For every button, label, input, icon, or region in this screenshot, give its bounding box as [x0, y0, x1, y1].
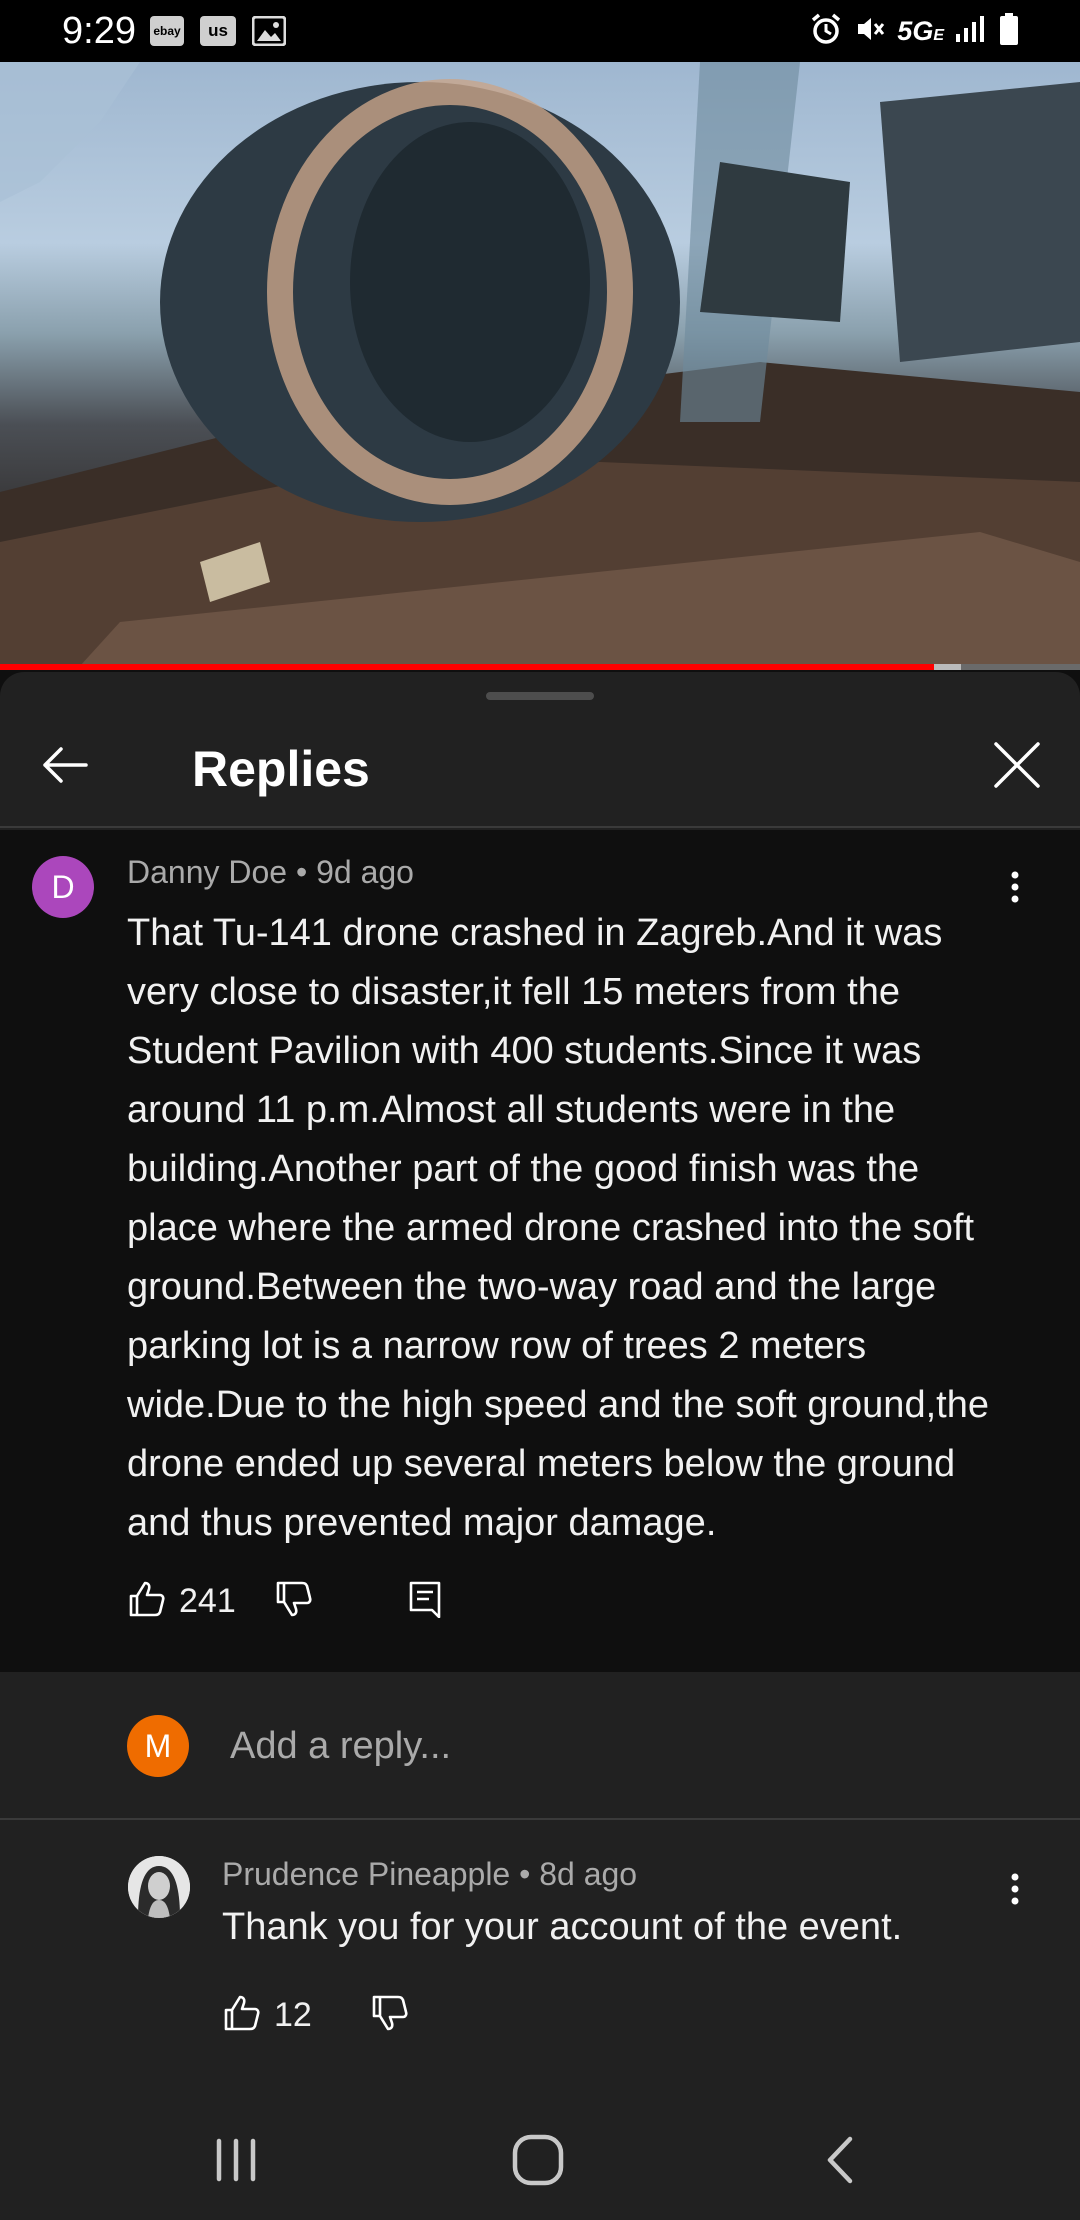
avatar[interactable]: D [32, 856, 94, 918]
reply-more-options-button[interactable] [1000, 1868, 1030, 1918]
system-nav-bar [0, 2100, 1080, 2220]
comment-meta: Danny Doe • 9d ago [127, 854, 414, 891]
like-button[interactable] [127, 1579, 167, 1624]
reply-meta: Prudence Pineapple • 8d ago [222, 1856, 637, 1893]
reply-item: Prudence Pineapple • 8d ago Thank you fo… [0, 1822, 1080, 2052]
alarm-icon [809, 12, 843, 51]
thumbs-down-icon [276, 1581, 312, 1616]
reply-time: 8d ago [539, 1856, 638, 1892]
arrow-back-icon [40, 745, 90, 790]
network-sub-label: E [933, 27, 944, 44]
reply-text: Thank you for your account of the event. [222, 1906, 903, 1948]
status-right: 5GE [809, 12, 1020, 51]
drag-handle[interactable] [486, 692, 594, 700]
add-reply-row: M [0, 1672, 1080, 1820]
like-count: 241 [179, 1581, 236, 1620]
reply-input[interactable] [230, 1714, 1010, 1778]
network-label: 5G [897, 16, 934, 46]
back-button[interactable] [30, 732, 100, 802]
avatar[interactable] [128, 1856, 190, 1918]
recents-icon [216, 2138, 256, 2182]
progress-fill [0, 664, 935, 670]
parent-comment: D Danny Doe • 9d ago That Tu-141 drone c… [0, 830, 1080, 1672]
thumbs-up-icon [224, 1995, 260, 2030]
status-time: 9:29 [62, 10, 136, 52]
comment-text: That Tu-141 drone crashed in Zagreb.And … [127, 912, 989, 1544]
dislike-button[interactable] [370, 1993, 410, 2038]
back-icon [827, 2136, 853, 2184]
nav-back-button[interactable] [800, 2130, 880, 2190]
us-notification-icon: us [200, 16, 236, 46]
dislike-button[interactable] [274, 1579, 314, 1624]
comment-actions: 241 [127, 1576, 442, 1626]
thumbs-up-icon [129, 1581, 165, 1616]
profile-photo-icon [128, 1856, 190, 1918]
comment-author[interactable]: Danny Doe [127, 854, 287, 890]
sheet-header: Replies [0, 702, 1080, 828]
mute-icon [853, 12, 887, 51]
ebay-notification-icon: ebay [150, 16, 184, 46]
network-type: 5GE [897, 16, 944, 47]
thumbs-down-icon [372, 1995, 408, 2030]
reply-button[interactable] [408, 1580, 442, 1623]
comment-icon [409, 1581, 441, 1618]
video-progress-bar[interactable] [0, 664, 1080, 670]
status-bar: 9:29 ebay us 5GE [0, 0, 1080, 62]
reply-actions: 12 [222, 1990, 410, 2040]
video-player[interactable] [0, 62, 1080, 666]
signal-icon [954, 14, 988, 49]
meta-separator: • [519, 1856, 540, 1892]
like-count: 12 [274, 1995, 312, 2034]
video-frame [0, 62, 1080, 666]
home-icon [512, 2134, 564, 2186]
close-button[interactable] [982, 732, 1052, 802]
reply-author[interactable]: Prudence Pineapple [222, 1856, 510, 1892]
home-button[interactable] [498, 2130, 578, 2190]
user-avatar[interactable]: M [127, 1715, 189, 1777]
meta-separator: • [295, 854, 317, 890]
like-button[interactable] [222, 1993, 262, 2038]
more-vert-icon [1000, 1873, 1030, 1922]
recents-button[interactable] [196, 2130, 276, 2190]
close-icon [993, 741, 1041, 794]
progress-buffer [934, 664, 962, 670]
page-title: Replies [192, 741, 370, 797]
battery-icon [998, 12, 1020, 51]
replies-sheet: Replies D Danny Doe • 9d ago That Tu-141… [0, 672, 1080, 2220]
comment-time: 9d ago [316, 854, 414, 890]
image-icon [251, 15, 287, 51]
